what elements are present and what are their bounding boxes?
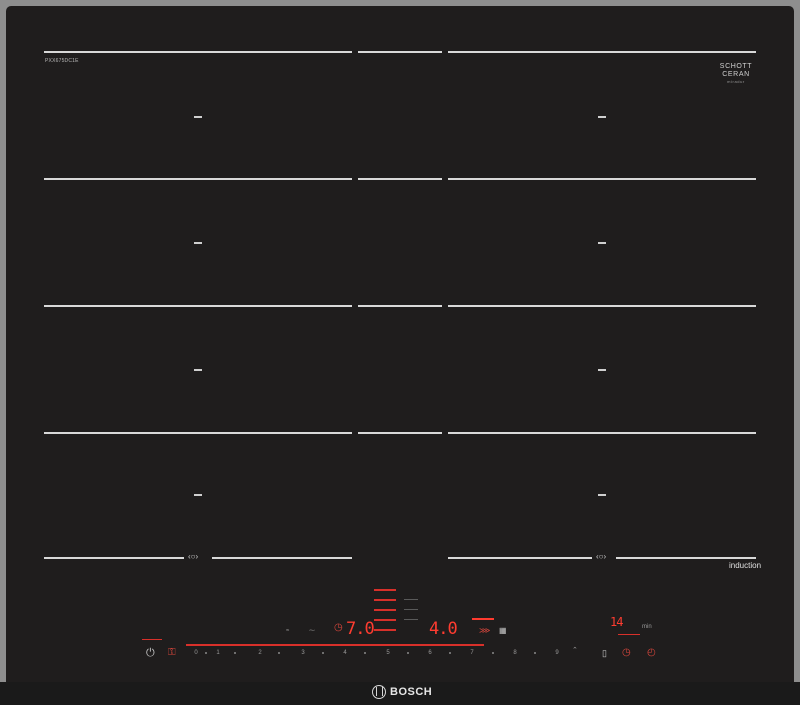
schott-text: SCHOTT: [719, 63, 753, 70]
level-bar-1: [374, 589, 396, 591]
level-tick-2: [404, 599, 418, 600]
active-zone-indicator: [472, 618, 494, 620]
favourite-button[interactable]: ⌃: [572, 647, 578, 655]
center-zone-level-display: 4.0: [429, 619, 458, 639]
zone-marker-4: [598, 242, 606, 244]
clock-icon[interactable]: ◷: [622, 648, 631, 658]
zone-timer-icon[interactable]: ◷: [334, 623, 343, 633]
flex-line-right-a: [448, 557, 592, 559]
slider-number-6[interactable]: 6: [426, 649, 434, 657]
model-code: PXX675DC1E: [45, 58, 79, 64]
slider-number-5[interactable]: 5: [384, 649, 392, 657]
power-slider-track[interactable]: [186, 644, 484, 646]
zone-line-row3-mid: [358, 305, 442, 307]
zone-line-top-mid: [358, 51, 442, 53]
power-icon[interactable]: ⏻: [146, 648, 155, 659]
slider-number-8[interactable]: 8: [511, 649, 519, 657]
stopwatch-icon[interactable]: ◴: [647, 648, 656, 658]
power-left-indicator: [142, 639, 162, 640]
slider-dot: [205, 652, 207, 654]
bosch-logo-icon: [372, 685, 386, 699]
zone-line-row4-right: [448, 432, 756, 434]
flex-line-left-a: [44, 557, 184, 559]
zone-line-row3-right: [448, 305, 756, 307]
wipe-protect-icon[interactable]: ▯: [602, 648, 607, 658]
zone-marker-8: [598, 494, 606, 496]
slider-number-7[interactable]: 7: [468, 649, 476, 657]
level-tick-3: [404, 609, 418, 610]
slider-number-9[interactable]: 9: [553, 649, 561, 657]
zone-line-row4-left: [44, 432, 352, 434]
level-bar-2: [374, 599, 396, 601]
slider-number-4[interactable]: 4: [341, 649, 349, 657]
cooktop: ‹○› ‹○› induction PXX675DC1E SCHOTT CERA…: [0, 0, 800, 705]
flex-zone-symbol-left: ‹○›: [188, 552, 199, 561]
zone-marker-2: [598, 116, 606, 118]
slider-dot: [278, 652, 280, 654]
move-button[interactable]: ⁓: [309, 627, 315, 635]
induction-label: induction: [729, 561, 762, 570]
zone-line-row2-mid: [358, 178, 442, 180]
slider-number-0[interactable]: 0: [192, 649, 200, 657]
ceran-text: CERAN: [722, 71, 750, 78]
cooking-sensor-icon[interactable]: ⋙: [479, 626, 490, 636]
timer-unit: min: [642, 624, 652, 630]
zone-line-row3-left: [44, 305, 352, 307]
level-bar-3: [374, 609, 396, 611]
zone-marker-7: [194, 494, 202, 496]
slider-dot: [449, 652, 451, 654]
slider-number-2[interactable]: 2: [256, 649, 264, 657]
level-bar-4: [374, 619, 396, 621]
slider-dot: [407, 652, 409, 654]
schott-ceran-logo: SCHOTT CERAN miradur: [714, 63, 758, 85]
slider-dot: [234, 652, 236, 654]
slider-number-1[interactable]: 1: [214, 649, 222, 657]
flex-line-left-b: [212, 557, 352, 559]
brand-name: BOSCH: [390, 686, 433, 698]
slider-dot: [534, 652, 536, 654]
frying-sensor-icon[interactable]: ▦: [499, 626, 507, 636]
zone-line-row4-mid: [358, 432, 442, 434]
slider-dot: [322, 652, 324, 654]
zone-line-row2-right: [448, 178, 756, 180]
child-lock-icon[interactable]: ⚿: [168, 648, 176, 658]
zone-marker-5: [194, 369, 202, 371]
left-zone-level-display: 7.0: [346, 619, 375, 639]
zone-marker-3: [194, 242, 202, 244]
slider-dot: [364, 652, 366, 654]
zone-marker-6: [598, 369, 606, 371]
glass-surface: ‹○› ‹○› induction PXX675DC1E SCHOTT CERA…: [6, 6, 794, 699]
timer-display: 14: [610, 615, 623, 629]
zone-line-top-right: [448, 51, 756, 53]
miradur-text: miradur: [727, 79, 745, 84]
slider-dot: [492, 652, 494, 654]
zone-marker-1: [194, 116, 202, 118]
timer-underline: [618, 634, 640, 635]
zone-line-top-left: [44, 51, 352, 53]
slider-number-3[interactable]: 3: [299, 649, 307, 657]
zone-line-row2-left: [44, 178, 352, 180]
power-boost-button[interactable]: ≈: [286, 627, 289, 635]
flex-line-right-b: [616, 557, 756, 559]
flex-zone-symbol-right: ‹○›: [596, 552, 607, 561]
level-bar-5: [374, 629, 396, 631]
level-tick-4: [404, 619, 418, 620]
